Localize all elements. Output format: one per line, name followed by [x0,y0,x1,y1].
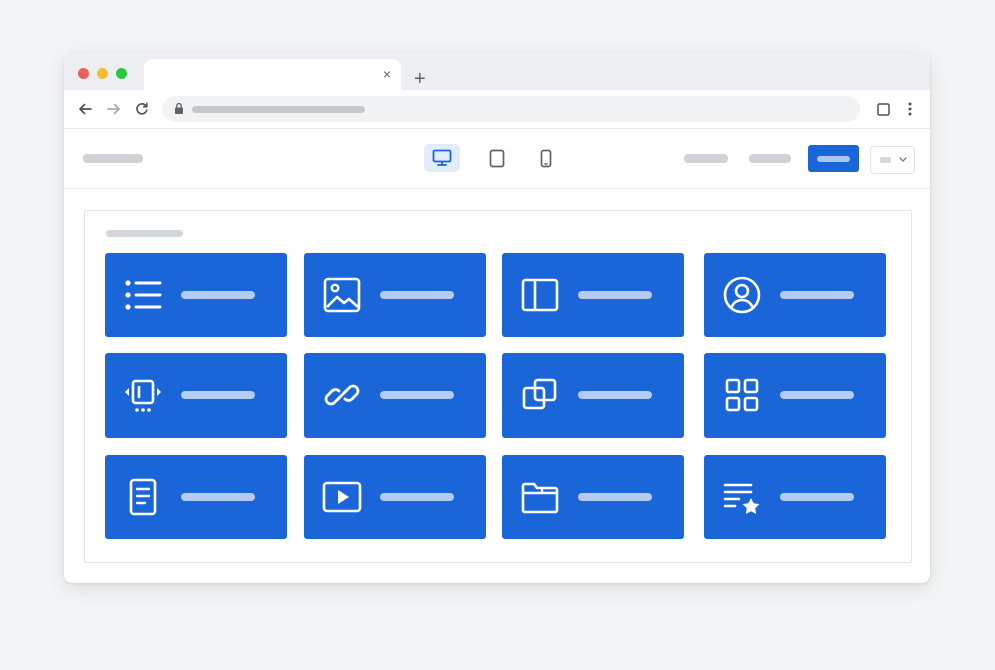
arrow-left-icon [79,103,92,115]
browser-menu-button[interactable] [901,100,919,118]
user-circle-icon [723,276,761,314]
overlap-squares-icon [522,378,557,410]
device-tablet-button[interactable] [479,144,515,172]
select-value-placeholder [880,157,891,163]
featured-list-icon [723,483,760,514]
grid-icon [725,378,759,412]
block-card[interactable] [105,353,287,438]
back-button[interactable] [76,100,94,118]
header-link-placeholder[interactable] [684,154,728,163]
block-label-placeholder [578,493,652,501]
browser-window: × + [64,52,930,583]
header-link-placeholder[interactable] [749,154,791,163]
block-card[interactable] [105,455,287,539]
device-desktop-button[interactable] [424,144,460,172]
block-card[interactable] [304,455,486,539]
block-label-placeholder [181,391,255,399]
browser-toolbar [64,90,930,129]
sidebar-layout-icon [521,278,559,312]
block-card[interactable] [704,353,886,438]
document-icon [129,478,157,516]
panel-title-placeholder [106,230,183,237]
block-label-placeholder [380,391,454,399]
more-vertical-icon [908,102,912,116]
folder-icon [521,482,559,514]
block-card[interactable] [704,253,886,337]
block-label-placeholder [181,493,255,501]
list-icon [125,280,162,310]
block-label-placeholder [380,493,454,501]
link-icon [324,384,360,406]
block-label-placeholder [578,291,652,299]
arrow-right-icon [107,103,120,115]
block-card[interactable] [304,353,486,438]
block-label-placeholder [380,291,454,299]
header-select[interactable] [870,146,915,174]
carousel-icon [125,379,161,412]
mobile-icon [540,149,552,167]
square-icon [876,102,890,116]
block-card[interactable] [502,455,684,539]
block-label-placeholder [780,291,854,299]
desktop-icon [432,149,452,166]
block-card[interactable] [704,455,886,539]
close-window-button[interactable] [78,68,89,79]
image-icon [323,277,361,313]
new-tab-icon[interactable]: + [414,68,426,90]
chevron-down-icon [899,157,907,162]
tablet-icon [489,149,505,167]
block-card[interactable] [502,253,684,337]
block-card[interactable] [502,353,684,438]
button-label-placeholder [817,156,850,162]
block-label-placeholder [780,391,854,399]
address-bar[interactable] [162,96,860,122]
video-icon [322,481,362,513]
minimize-window-button[interactable] [97,68,108,79]
maximize-window-button[interactable] [116,68,127,79]
block-card[interactable] [105,253,287,337]
url-placeholder [192,106,365,113]
reload-button[interactable] [133,100,151,118]
device-mobile-button[interactable] [528,144,564,172]
blocks-panel [84,210,912,563]
block-label-placeholder [578,391,652,399]
extension-button[interactable] [874,100,892,118]
tab-strip: × + [64,52,930,91]
block-label-placeholder [181,291,255,299]
lock-icon [175,102,183,114]
app-header [64,129,930,189]
browser-tab[interactable]: × + [144,59,426,91]
app-title-placeholder [83,154,143,163]
forward-button[interactable] [105,100,123,118]
close-tab-icon[interactable]: × [383,64,391,84]
primary-action-button[interactable] [808,145,859,172]
block-label-placeholder [780,493,854,501]
block-card[interactable] [304,253,486,337]
reload-icon [136,102,148,115]
